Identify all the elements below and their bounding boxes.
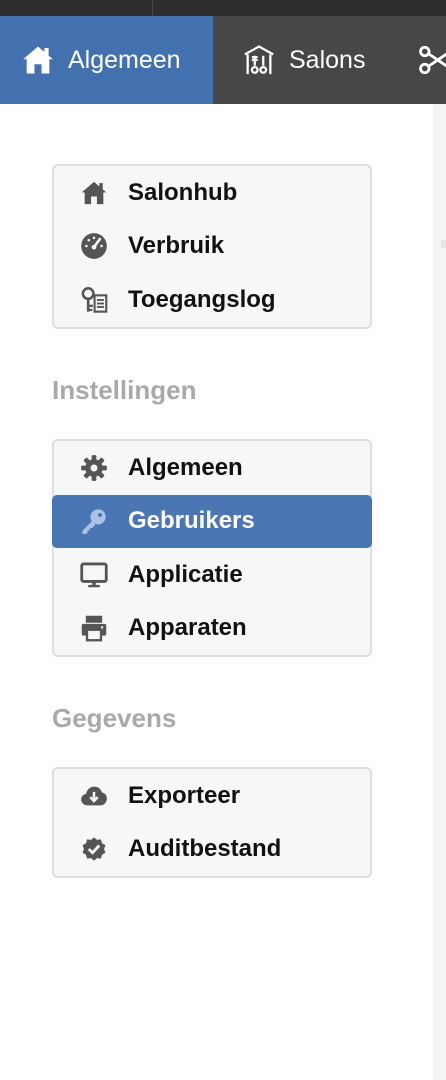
menu-item-label: Auditbestand (128, 835, 282, 863)
home-icon (78, 177, 110, 209)
speedometer-icon (78, 230, 110, 262)
menu-item-label: Toegangslog (128, 285, 276, 313)
data-menu: Exporteer Auditbestand (52, 767, 372, 878)
key-icon (78, 505, 110, 537)
certificate-check-icon (78, 833, 110, 865)
menu-item-toegangslog[interactable]: Toegangslog (54, 273, 370, 327)
salon-icon (241, 42, 277, 78)
top-strip-divider (152, 0, 153, 16)
menu-item-gebruikers[interactable]: Gebruikers (52, 494, 372, 548)
menu-item-label: Algemeen (128, 453, 243, 481)
section-title-gegevens: Gegevens (52, 703, 177, 733)
top-strip (0, 0, 446, 16)
menu-item-exporteer[interactable]: Exporteer (54, 769, 370, 823)
monitor-icon (78, 559, 110, 591)
menu-item-label: Applicatie (128, 560, 243, 588)
menu-item-algemeen[interactable]: Algemeen (54, 441, 370, 495)
settings-menu: Algemeen Gebruikers Applicatie Apparaten (52, 439, 372, 657)
menu-item-label: Gebruikers (128, 507, 255, 535)
gear-icon (78, 452, 110, 484)
scissors-icon (417, 42, 446, 78)
menu-item-auditbestand[interactable]: Auditbestand (54, 823, 370, 877)
printer-icon (78, 612, 110, 644)
content-edge-mark (441, 240, 446, 248)
nav-tab-algemeen[interactable]: Algemeen (0, 16, 213, 104)
nav-tab-label: Salons (289, 45, 366, 74)
content-edge (433, 104, 446, 1080)
menu-item-label: Verbruik (128, 232, 225, 260)
section-title-instellingen: Instellingen (52, 375, 197, 405)
menu-item-label: Exporteer (128, 781, 241, 809)
key-list-icon (78, 284, 110, 316)
home-icon (20, 42, 56, 78)
menu-item-apparaten[interactable]: Apparaten (54, 602, 370, 656)
nav-tab-salons[interactable]: Salons (213, 16, 393, 104)
top-navigation: Algemeen Salons (0, 16, 446, 104)
cloud-download-icon (78, 780, 110, 812)
menu-item-verbruik[interactable]: Verbruik (54, 220, 370, 274)
menu-item-label: Apparaten (128, 614, 247, 642)
main-menu: Salonhub Verbruik Toegangslog (52, 164, 372, 329)
menu-item-applicatie[interactable]: Applicatie (54, 548, 370, 602)
nav-tab-scissors[interactable] (393, 16, 446, 104)
menu-item-label: Salonhub (128, 178, 238, 206)
nav-tab-label: Algemeen (68, 45, 181, 74)
menu-item-salonhub[interactable]: Salonhub (54, 166, 370, 220)
